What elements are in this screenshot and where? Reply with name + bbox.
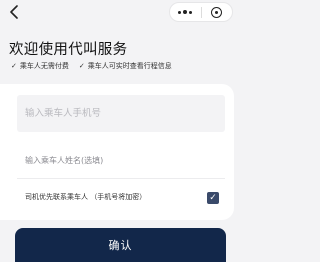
contact-preference-label: 司机优先联系乘车人 （手机号将加密） [25, 193, 147, 201]
check-icon: ✓ [11, 62, 17, 70]
check-icon: ✓ [209, 192, 217, 203]
tip-item: ✓ 乘车人可实时查看行程信息 [79, 61, 172, 71]
benefit-tips: ✓ 乘车人无需付费 ✓ 乘车人可实时查看行程信息 [11, 61, 172, 71]
more-button[interactable] [170, 3, 201, 21]
mini-program-capsule [169, 2, 233, 22]
name-input[interactable] [17, 150, 225, 170]
tip-text: 乘车人可实时查看行程信息 [87, 62, 172, 70]
contact-preference-checkbox[interactable]: ✓ [207, 192, 219, 204]
phone-input[interactable] [17, 95, 225, 132]
close-button[interactable] [202, 3, 233, 21]
confirm-button[interactable]: 确认 [15, 228, 226, 262]
check-icon: ✓ [78, 62, 85, 70]
more-dots-icon [178, 10, 193, 14]
tip-text: 乘车人无需付费 [19, 62, 69, 70]
tip-item: ✓ 乘车人无需付费 [11, 61, 69, 71]
divider [17, 178, 225, 179]
target-circle-icon [211, 6, 223, 18]
chevron-left-icon [10, 5, 18, 19]
back-button[interactable] [6, 2, 22, 22]
page-title: 欢迎使用代叫服务 [9, 42, 128, 58]
